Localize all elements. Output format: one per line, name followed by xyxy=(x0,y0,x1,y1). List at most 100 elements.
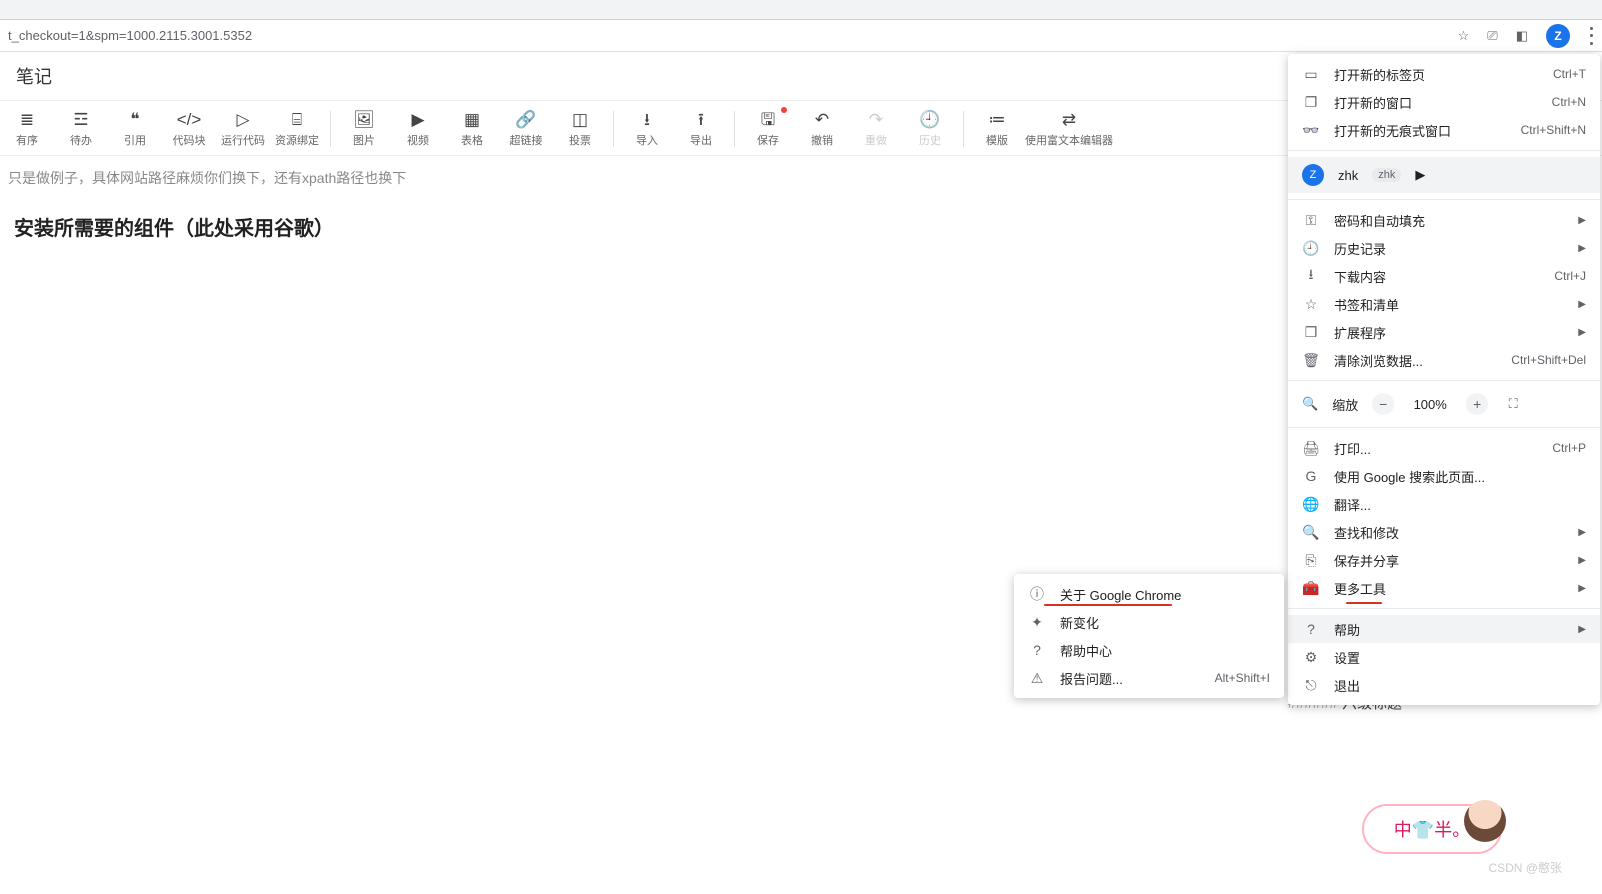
toolbar-重做[interactable]: ↷ 重做 xyxy=(849,105,903,153)
toolbar-导出[interactable]: ⭱导出 xyxy=(674,105,728,153)
extension-icon: ❒ xyxy=(1302,324,1320,341)
submenu-whatsnew[interactable]: ✦新变化 xyxy=(1014,608,1284,636)
menu-exit[interactable]: ⎋退出 xyxy=(1288,671,1600,699)
toolbar-icon: ≔ xyxy=(989,111,1006,128)
menu-clear-data[interactable]: 🗑清除浏览数据...Ctrl+Shift+Del xyxy=(1288,346,1600,374)
toolbar-超链接[interactable]: 🔗超链接 xyxy=(499,105,553,153)
share-icon: ⎘ xyxy=(1302,552,1320,569)
menu-incognito[interactable]: 👓打开新的无痕式窗口Ctrl+Shift+N xyxy=(1288,116,1600,144)
toolbar-label: 历史 xyxy=(919,132,941,148)
toolbar-label: 重做 xyxy=(865,132,887,148)
bookmark-star-icon[interactable]: ☆ xyxy=(1458,28,1470,44)
toolbar-icon: 🖫 xyxy=(761,111,775,128)
chrome-menu-button[interactable] xyxy=(1588,27,1594,45)
toolbar-label: 运行代码 xyxy=(221,132,265,148)
zoom-percent: 100% xyxy=(1408,397,1452,412)
menu-save-share[interactable]: ⎘保存并分享▶ xyxy=(1288,546,1600,574)
menu-new-window[interactable]: ❐打开新的窗口Ctrl+N xyxy=(1288,88,1600,116)
toolbar-label: 代码块 xyxy=(173,132,206,148)
help-submenu: ⓘ关于 Google Chrome ✦新变化 ?帮助中心 ⚠报告问题...Alt… xyxy=(1014,574,1284,698)
toolbar-保存[interactable]: 🖫 保存 xyxy=(741,105,795,153)
menu-downloads[interactable]: ⭳下载内容Ctrl+J xyxy=(1288,262,1600,290)
menu-history[interactable]: 🕘历史记录▶ xyxy=(1288,234,1600,262)
whatsnew-icon: ✦ xyxy=(1028,614,1046,631)
menu-translate[interactable]: 🌐翻译... xyxy=(1288,490,1600,518)
toolbar-视频[interactable]: ▶ 视频 xyxy=(391,105,445,153)
toolbar-使用富文本编辑器[interactable]: ⇄使用富文本编辑器 xyxy=(1024,105,1114,153)
toolbar-icon: ⌸ xyxy=(292,111,302,128)
toolbar-投票[interactable]: ◫投票 xyxy=(553,105,607,153)
tab-icon: ▭ xyxy=(1302,66,1320,83)
menu-profile[interactable]: Z zhk zhk ▶ xyxy=(1288,157,1600,193)
menu-help[interactable]: ?帮助▶ xyxy=(1288,615,1600,643)
url-bar: t_checkout=1&spm=1000.2115.3001.5352 ☆ ⎚… xyxy=(0,20,1602,52)
toolbar-模版[interactable]: ≔ 模版 xyxy=(970,105,1024,153)
menu-find[interactable]: 🔍查找和修改▶ xyxy=(1288,518,1600,546)
menu-bookmarks[interactable]: ☆书签和清单▶ xyxy=(1288,290,1600,318)
star-icon: ☆ xyxy=(1302,296,1320,313)
toolbar-label: 撤销 xyxy=(811,132,833,148)
toolbar-引用[interactable]: ❝引用 xyxy=(108,105,162,153)
menu-new-tab[interactable]: ▭打开新的标签页Ctrl+T xyxy=(1288,60,1600,88)
toolbar-icon: 🔗 xyxy=(515,111,536,128)
menu-settings[interactable]: ⚙设置 xyxy=(1288,643,1600,671)
incognito-icon: 👓 xyxy=(1302,122,1320,139)
toolbar-icon: ⇄ xyxy=(1062,111,1076,128)
fullscreen-icon[interactable]: ⛶ xyxy=(1502,393,1524,415)
toolbar-icon: ⭱ xyxy=(698,111,704,128)
menu-extensions[interactable]: ❒扩展程序▶ xyxy=(1288,318,1600,346)
chrome-main-menu: ▭打开新的标签页Ctrl+T ❐打开新的窗口Ctrl+N 👓打开新的无痕式窗口C… xyxy=(1288,54,1600,705)
toolbar-历史[interactable]: 🕘历史 xyxy=(903,105,957,153)
tools-icon: 🧰 xyxy=(1302,580,1320,597)
google-icon: G xyxy=(1302,468,1320,484)
toolbar-运行代码[interactable]: ▷ 运行代码 xyxy=(216,105,270,153)
report-icon: ⚠ xyxy=(1028,670,1046,687)
menu-passwords[interactable]: ⚿密码和自动填充▶ xyxy=(1288,206,1600,234)
toolbar-资源绑定[interactable]: ⌸资源绑定 xyxy=(270,105,324,153)
menu-google-search[interactable]: G使用 Google 搜索此页面... xyxy=(1288,462,1600,490)
toolbar-label: 模版 xyxy=(986,132,1008,148)
toolbar-label: 图片 xyxy=(353,132,375,148)
zoom-in-button[interactable]: + xyxy=(1466,393,1488,415)
toolbar-icon: ↶ xyxy=(815,111,829,128)
submenu-report[interactable]: ⚠报告问题...Alt+Shift+I xyxy=(1014,664,1284,692)
toolbar-有序[interactable]: ≣有序 xyxy=(0,105,54,153)
help-center-icon: ? xyxy=(1028,642,1046,658)
toolbar-代码块[interactable]: </> 代码块 xyxy=(162,105,216,153)
download-icon: ⭳ xyxy=(1302,264,1320,288)
zoom-out-button[interactable]: − xyxy=(1372,393,1394,415)
toolbar-icon: ❝ xyxy=(130,111,139,128)
toolbar-图片[interactable]: 🖼 图片 xyxy=(337,105,391,153)
browser-tabstrip xyxy=(0,0,1602,20)
promo-text: 中👕半。 xyxy=(1394,816,1470,842)
toolbar-撤销[interactable]: ↶ 撤销 xyxy=(795,105,849,153)
exit-icon: ⎋ xyxy=(1302,677,1320,694)
toolbar-icon: 🖼 xyxy=(353,111,375,128)
side-panel-icon[interactable]: ◧ xyxy=(1516,28,1528,44)
reading-list-icon[interactable]: ⎚ xyxy=(1487,28,1497,44)
toolbar-导入[interactable]: ⭳ 导入 xyxy=(620,105,674,153)
toolbar-label: 导入 xyxy=(636,132,658,148)
toolbar-icon: ☲ xyxy=(73,111,88,128)
chevron-right-icon: ▶ xyxy=(1415,167,1425,183)
profile-badge: zhk xyxy=(1372,168,1401,182)
promo-bubble[interactable]: 中👕半。 xyxy=(1362,804,1502,854)
toolbar-待办[interactable]: ☲待办 xyxy=(54,105,108,153)
toolbar-icon: ⭳ xyxy=(644,111,650,128)
profile-avatar[interactable]: Z xyxy=(1546,24,1570,48)
menu-more-tools[interactable]: 🧰更多工具▶ xyxy=(1288,574,1600,602)
toolbar-icon: </> xyxy=(177,111,202,128)
toolbar-icon: ▶ xyxy=(411,111,424,128)
toolbar-label: 视频 xyxy=(407,132,429,148)
submenu-help-center[interactable]: ?帮助中心 xyxy=(1014,636,1284,664)
print-icon: 🖨 xyxy=(1302,440,1320,457)
trash-icon: 🗑 xyxy=(1302,352,1320,369)
url-text[interactable]: t_checkout=1&spm=1000.2115.3001.5352 xyxy=(8,28,1450,43)
info-icon: ⓘ xyxy=(1028,584,1046,604)
history-icon: 🕘 xyxy=(1302,240,1320,257)
toolbar-icon: ▷ xyxy=(236,111,249,128)
menu-print[interactable]: 🖨打印...Ctrl+P xyxy=(1288,434,1600,462)
toolbar-表格[interactable]: ▦表格 xyxy=(445,105,499,153)
toolbar-label: 保存 xyxy=(757,132,779,148)
toolbar-icon: ↷ xyxy=(869,111,883,128)
